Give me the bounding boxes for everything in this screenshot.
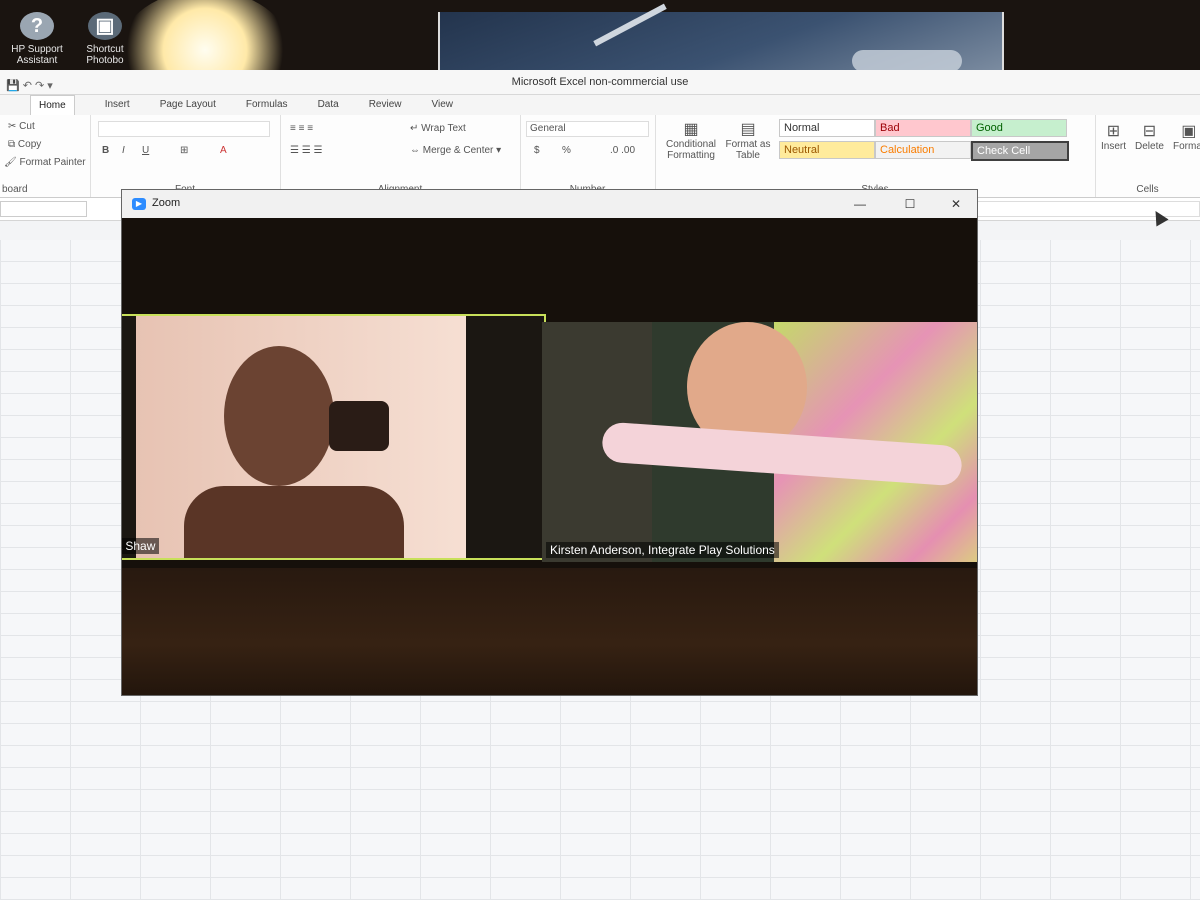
video-tile-kirsten[interactable]: Kirsten Anderson, Integrate Play Solutio… [542,322,977,562]
airplane-wing-image [593,3,667,47]
name-box[interactable] [0,201,87,217]
format-painter-button[interactable]: 🖌 Format Painter [4,157,86,168]
align-top-icon[interactable]: ≡ ≡ ≡ [290,123,313,134]
zoom-title-bar: ▶ Zoom — ☐ ✕ [122,190,977,218]
camera-held-image [329,401,389,451]
font-group: B I U ⊞ A Font [90,115,281,197]
tab-page-layout[interactable]: Page Layout [160,95,216,115]
style-calculation[interactable]: Calculation [875,141,971,159]
photobook-icon: ▣ [88,12,122,40]
zoom-window: ▶ Zoom — ☐ ✕ Jessica Shaw Kirsten Anders… [122,190,977,695]
screen-reflection [122,568,977,695]
ribbon-tabs: Home Insert Page Layout Formulas Data Re… [0,95,1200,115]
tab-home[interactable]: Home [30,95,75,115]
minimize-icon[interactable]: — [851,196,869,212]
zoom-gallery-view: Jessica Shaw Kirsten Anderson, Integrate… [122,218,977,695]
wrap-text-button[interactable]: ↵ Wrap Text [410,123,466,134]
number-format-select[interactable]: General [526,121,649,137]
copy-button[interactable]: ⧉ Copy [8,139,41,150]
quick-access-toolbar[interactable]: 💾 ↶ ↷ ▾ [6,74,53,98]
tab-review[interactable]: Review [369,95,402,115]
tab-data[interactable]: Data [318,95,339,115]
style-check-cell[interactable]: Check Cell [971,141,1069,161]
format-cells-button[interactable]: ▣Format [1173,121,1200,152]
font-name-select[interactable] [98,121,270,137]
clipboard-group-label: board [2,184,28,195]
cut-button[interactable]: ✂ Cut [8,121,35,132]
desktop-icon-label: Shortcut Photobo [86,44,124,66]
style-bad[interactable]: Bad [875,119,971,137]
decimal-icon[interactable]: .0 .00 [610,145,635,156]
style-neutral[interactable]: Neutral [779,141,875,159]
conditional-formatting-button[interactable]: ▦ Conditional Formatting [659,119,723,161]
ribbon: ✂ Cut ⧉ Copy 🖌 Format Painter board B I … [0,115,1200,198]
currency-button[interactable]: $ [534,145,540,156]
clipboard-group: ✂ Cut ⧉ Copy 🖌 Format Painter board [0,115,91,197]
alignment-group: ≡ ≡ ≡ ☰ ☰ ☰ ↵ Wrap Text ⇔ Merge & Center… [280,115,521,197]
font-color-icon[interactable]: A [220,145,227,156]
insert-cells-button[interactable]: ⊞ Insert [1101,121,1126,152]
video-tile-jessica[interactable]: Jessica Shaw [122,314,546,560]
bold-button[interactable]: B [102,145,109,156]
underline-button[interactable]: U [142,145,149,156]
cells-group: ⊞Insert ⊟Delete ▣Format Cells [1095,115,1200,197]
styles-group: ▦ Conditional Formatting ▤ Format as Table… [655,115,1096,197]
cloud-image [852,50,962,72]
participant-body [184,486,404,558]
close-icon[interactable]: ✕ [947,196,965,212]
desktop-strip: ? HP Support Assistant ▣ Shortcut Photob… [0,0,1200,80]
desktop-icon-hp-support[interactable]: ? HP Support Assistant [2,12,72,66]
tab-formulas[interactable]: Formulas [246,95,288,115]
style-normal[interactable]: Normal [779,119,875,137]
hp-support-icon: ? [20,12,54,40]
cells-group-label: Cells [1136,184,1159,195]
maximize-icon[interactable]: ☐ [901,196,919,212]
tab-insert[interactable]: Insert [105,95,130,115]
light-glare [120,0,290,80]
number-group: General $ % .0 .00 Number [520,115,656,197]
participant-name-label: Jessica Shaw [122,538,160,554]
desktop-wallpaper-photo [438,3,1004,78]
style-good[interactable]: Good [971,119,1067,137]
merge-center-button[interactable]: ⇔ Merge & Center ▾ [410,145,501,156]
participant-name-label: Kirsten Anderson, Integrate Play Solutio… [546,542,779,558]
borders-icon[interactable]: ⊞ [180,145,188,156]
participant-face [224,346,334,486]
delete-cells-button[interactable]: ⊟ Delete [1135,121,1164,152]
desktop-icon-label: HP Support Assistant [11,44,63,66]
percent-button[interactable]: % [562,145,571,156]
excel-title: Microsoft Excel non-commercial use [511,76,689,88]
zoom-window-title: Zoom [152,197,181,209]
align-left-icon[interactable]: ☰ ☰ ☰ [290,145,322,156]
italic-button[interactable]: I [122,145,125,156]
excel-title-bar: 💾 ↶ ↷ ▾ Microsoft Excel non-commercial u… [0,70,1200,95]
format-as-table-button[interactable]: ▤ Format as Table [725,119,771,161]
zoom-logo-icon: ▶ [132,198,146,210]
tab-view[interactable]: View [431,95,453,115]
